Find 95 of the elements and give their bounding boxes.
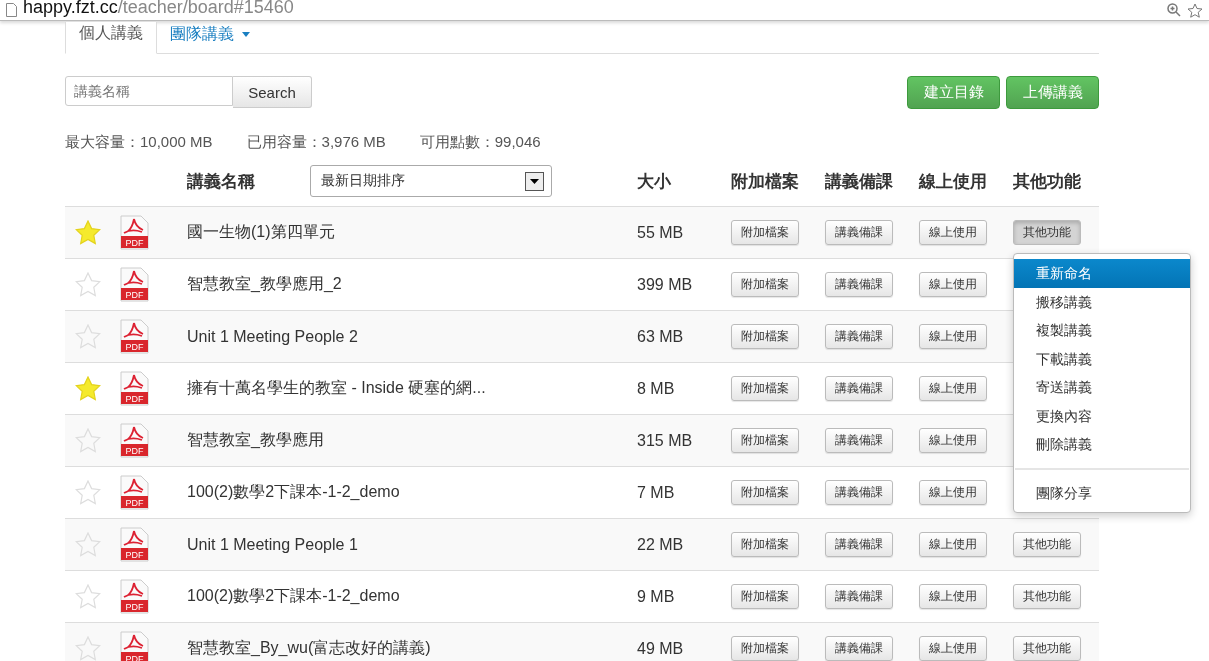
pdf-file-icon: PDF [120,527,149,562]
menu-item[interactable]: 複製講義 [1014,316,1190,345]
row-button[interactable]: 線上使用 [919,324,987,349]
row-button[interactable]: 附加檔案 [731,428,799,453]
pdf-file-icon: PDF [120,319,149,354]
stat-text: 已用容量：3,976 MB [246,133,386,152]
column-header: 線上使用 [919,170,988,193]
row-button[interactable]: 附加檔案 [731,272,799,297]
menu-item[interactable]: 重新命名 [1014,259,1190,288]
column-header: 附加檔案 [731,170,800,193]
star-icon[interactable] [75,220,101,245]
file-size: 9 MB [637,587,676,606]
star-icon[interactable] [75,532,101,557]
menu-item[interactable]: 更換內容 [1014,401,1190,430]
row-button[interactable]: 附加檔案 [731,324,799,349]
row-button[interactable]: 講義備課 [825,584,893,609]
file-name[interactable]: 100(2)數學2下課本-1-2_demo [187,586,637,607]
row-button[interactable]: 線上使用 [919,428,987,453]
row-button[interactable]: 附加檔案 [731,480,799,505]
column-header: 講義備課 [825,170,894,193]
pdf-file-icon: PDF [120,475,149,510]
stat-text: 最大容量：10,000 MB [65,133,213,152]
pdf-file-icon: PDF [120,423,149,458]
row-button[interactable]: 講義備課 [825,532,893,557]
address-bar[interactable]: happy.fzt.cc/teacher/board#15460 [0,0,1209,21]
row-button[interactable]: 講義備課 [825,480,893,505]
caret-icon [525,171,544,191]
tab[interactable]: 個人講義 [65,22,157,54]
file-size: 399 MB [637,275,694,294]
file-size: 49 MB [637,639,685,658]
file-name[interactable]: 國一生物(1)第四單元 [187,222,637,243]
file-size: 7 MB [637,483,676,502]
page-icon [6,3,17,17]
row-button[interactable]: 線上使用 [919,376,987,401]
row-button[interactable]: 線上使用 [919,532,987,557]
file-size: 315 MB [637,431,694,450]
menu-item[interactable]: 下載講義 [1014,344,1190,373]
bookmark-star-icon[interactable] [1187,2,1203,18]
row-button[interactable]: 附加檔案 [731,584,799,609]
star-icon[interactable] [75,636,101,661]
row-button[interactable]: 講義備課 [825,220,893,245]
menu-item[interactable]: 寄送講義 [1014,373,1190,402]
row-button[interactable]: 線上使用 [919,636,987,661]
url-text: happy.fzt.cc/teacher/board#15460 [23,0,294,17]
row-button[interactable]: 講義備課 [825,324,893,349]
pdf-file-icon: PDF [120,267,149,302]
star-icon[interactable] [75,376,101,401]
row-button[interactable]: 講義備課 [825,428,893,453]
pdf-file-icon: PDF [120,215,149,250]
star-icon[interactable] [75,324,101,349]
row-button[interactable]: 線上使用 [919,272,987,297]
file-name[interactable]: Unit 1 Meeting People 2 [187,327,637,346]
row-button[interactable]: 線上使用 [919,480,987,505]
file-name[interactable]: Unit 1 Meeting People 1 [187,535,637,554]
row-button[interactable]: 線上使用 [919,584,987,609]
menu-item[interactable]: 團隊分享 [1014,478,1190,507]
file-name[interactable]: 擁有十萬名學生的教室 - Inside 硬塞的網... [187,378,637,399]
column-header: 其他功能 [1013,170,1082,193]
file-name[interactable]: 智慧教室_教學應用_2 [187,274,637,295]
file-size: 22 MB [637,535,685,554]
stat-text: 可用點數：99,046 [419,133,541,152]
zoom-icon[interactable] [1167,3,1181,17]
file-name[interactable]: 100(2)數學2下課本-1-2_demo [187,482,637,503]
more-button[interactable]: 其他功能 [1013,584,1081,609]
row-button[interactable]: 附加檔案 [731,376,799,401]
row-button[interactable]: 附加檔案 [731,220,799,245]
star-icon[interactable] [75,480,101,505]
row-button[interactable]: 附加檔案 [731,636,799,661]
row-button[interactable]: 線上使用 [919,220,987,245]
menu-item[interactable]: 搬移講義 [1014,287,1190,316]
file-size: 55 MB [637,223,685,242]
sort-dropdown[interactable]: 最新日期排序 [310,165,552,197]
tab[interactable]: 團隊講義 [157,22,263,54]
star-icon[interactable] [75,584,101,609]
search-button[interactable]: Search [233,76,312,108]
row-button[interactable]: 講義備課 [825,272,893,297]
more-button[interactable]: 其他功能 [1013,532,1081,557]
pdf-file-icon: PDF [120,371,149,406]
search-field[interactable]: 講義名稱 [65,76,233,106]
star-icon[interactable] [75,428,101,453]
more-button[interactable]: 其他功能 [1013,220,1081,245]
star-icon[interactable] [75,272,101,297]
row-button[interactable]: 講義備課 [825,636,893,661]
column-header: 講義名稱 [187,170,255,193]
file-name[interactable]: 智慧教室_教學應用 [187,430,637,451]
file-size: 8 MB [637,379,676,398]
menu-item[interactable]: 刪除講義 [1014,430,1190,459]
row-button[interactable]: 講義備課 [825,376,893,401]
file-size: 63 MB [637,327,685,346]
pdf-file-icon: PDF [120,579,149,614]
more-button[interactable]: 其他功能 [1013,636,1081,661]
file-name[interactable]: 智慧教室_By_wu(富志改好的講義) [187,638,637,659]
caret-icon [242,31,250,37]
row-button[interactable]: 附加檔案 [731,532,799,557]
column-header: 大小 [637,170,672,193]
